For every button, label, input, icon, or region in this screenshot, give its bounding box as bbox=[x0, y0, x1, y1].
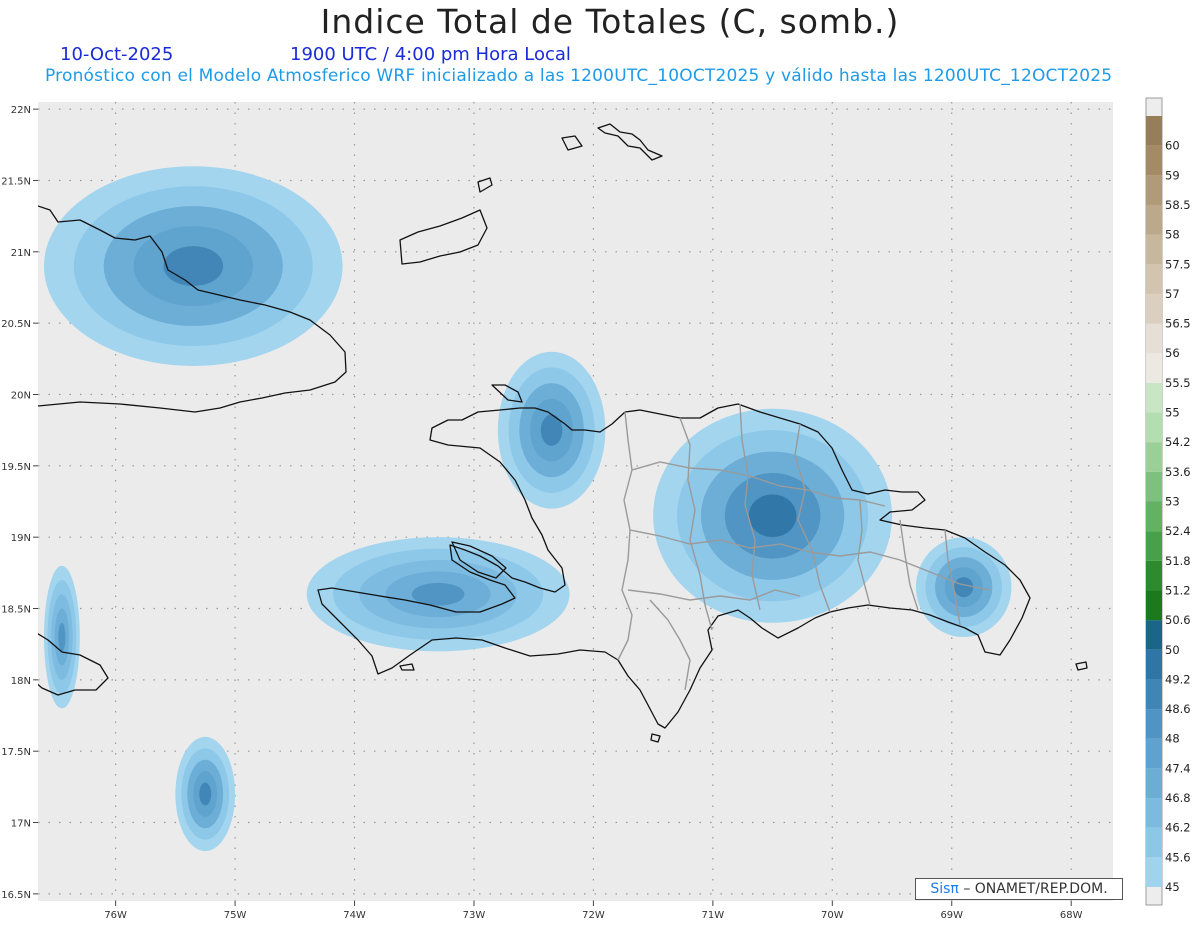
x-tick-label: 74W bbox=[343, 910, 366, 921]
colorbar-swatch bbox=[1146, 857, 1162, 887]
colorbar-label: 59 bbox=[1165, 168, 1180, 182]
colorbar-swatch bbox=[1146, 323, 1162, 354]
colorbar-swatch bbox=[1146, 412, 1162, 443]
tti-contour bbox=[748, 494, 797, 538]
credit-brand: Sisπ bbox=[930, 881, 959, 897]
colorbar-swatch bbox=[1146, 293, 1162, 324]
colorbar-label: 58 bbox=[1165, 228, 1180, 242]
y-tick-label: 21.5N bbox=[1, 176, 31, 187]
y-tick-label: 20N bbox=[11, 390, 31, 401]
colorbar-label: 56.5 bbox=[1165, 317, 1191, 331]
colorbar-swatch bbox=[1146, 382, 1162, 413]
colorbar-label: 54.2 bbox=[1165, 435, 1191, 449]
tti-contour bbox=[58, 622, 66, 652]
y-tick-label: 19.5N bbox=[1, 462, 31, 473]
colorbar-swatch bbox=[1146, 768, 1162, 799]
colorbar-label: 55.5 bbox=[1165, 376, 1191, 390]
x-tick-label: 76W bbox=[104, 910, 127, 921]
credit-box: Sisπ – ONAMET/REP.DOM. bbox=[915, 878, 1123, 900]
colorbar-label: 46.2 bbox=[1165, 821, 1191, 835]
colorbar-swatch bbox=[1146, 798, 1162, 828]
y-tick-label: 18N bbox=[11, 676, 31, 687]
colorbar-swatch bbox=[1146, 679, 1162, 710]
colorbar-label: 56 bbox=[1165, 346, 1180, 360]
colorbar-label: 47.4 bbox=[1165, 761, 1191, 775]
y-tick-label: 22N bbox=[11, 105, 31, 116]
y-tick-label: 16.5N bbox=[1, 890, 31, 901]
colorbar-label: 60 bbox=[1165, 139, 1180, 153]
colorbar-swatch bbox=[1146, 264, 1162, 294]
credit-org: – ONAMET/REP.DOM. bbox=[963, 881, 1108, 897]
colorbar-label: 53 bbox=[1165, 495, 1180, 509]
colorbar-swatch bbox=[1146, 709, 1162, 739]
colorbar-swatch bbox=[1146, 738, 1162, 769]
colorbar-swatch bbox=[1146, 116, 1162, 146]
tti-contour bbox=[163, 246, 224, 287]
colorbar-label: 55 bbox=[1165, 406, 1180, 420]
colorbar-label: 48.6 bbox=[1165, 702, 1191, 716]
colorbar-swatch bbox=[1146, 590, 1162, 621]
colorbar-swatch bbox=[1146, 175, 1162, 205]
colorbar-swatch bbox=[1146, 442, 1162, 472]
colorbar-label: 49.2 bbox=[1165, 672, 1191, 686]
colorbar-label: 57 bbox=[1165, 287, 1180, 301]
colorbar-label: 53.6 bbox=[1165, 465, 1191, 479]
colorbar-label: 48 bbox=[1165, 732, 1180, 746]
x-tick-label: 71W bbox=[702, 910, 725, 921]
x-tick-label: 68W bbox=[1060, 910, 1083, 921]
colorbar-swatch bbox=[1146, 145, 1162, 176]
x-tick-label: 73W bbox=[463, 910, 486, 921]
colorbar-label: 51.2 bbox=[1165, 583, 1191, 597]
colorbar-label: 45 bbox=[1165, 880, 1180, 894]
x-tick-label: 69W bbox=[940, 910, 963, 921]
colorbar-swatch bbox=[1146, 204, 1162, 235]
x-tick-label: 75W bbox=[224, 910, 247, 921]
colorbar-swatch bbox=[1146, 501, 1162, 532]
map-chart: 76W 75W 74W 73W 72W 71W 70W 69W 68W 16.5N 17N 17.5N… bbox=[1, 97, 1191, 921]
tti-contour bbox=[411, 582, 465, 606]
y-tick-label: 21N bbox=[11, 248, 31, 259]
colorbar-label: 57.5 bbox=[1165, 257, 1191, 271]
colorbar-label: 50.6 bbox=[1165, 613, 1191, 627]
colorbar-label: 58.5 bbox=[1165, 198, 1191, 212]
colorbar-swatch bbox=[1146, 560, 1162, 591]
colorbar-label: 50 bbox=[1165, 643, 1180, 657]
x-tick-label: 72W bbox=[582, 910, 605, 921]
y-tick-label: 18.5N bbox=[1, 605, 31, 616]
colorbar-swatch bbox=[1146, 471, 1162, 502]
x-tick-label: 70W bbox=[821, 910, 844, 921]
colorbar-swatch bbox=[1146, 353, 1162, 383]
colorbar-swatch bbox=[1146, 531, 1162, 561]
colorbar: 45 45.6 46.2 46.8 47.4 48 48.6 49.2 50 50.6 51.2 51… bbox=[1145, 97, 1191, 906]
colorbar-label: 45.6 bbox=[1165, 850, 1191, 864]
colorbar-label: 51.8 bbox=[1165, 554, 1191, 568]
y-tick-label: 17N bbox=[11, 819, 31, 830]
y-tick-label: 17.5N bbox=[1, 747, 31, 758]
colorbar-swatch bbox=[1146, 620, 1162, 650]
colorbar-label: 52.4 bbox=[1165, 524, 1191, 538]
colorbar-label: 46.8 bbox=[1165, 791, 1191, 805]
tti-contour bbox=[954, 577, 974, 598]
y-tick-label: 19N bbox=[11, 533, 31, 544]
colorbar-swatch bbox=[1146, 649, 1162, 680]
colorbar-swatch bbox=[1146, 234, 1162, 265]
y-tick-label: 20.5N bbox=[1, 319, 31, 330]
colorbar-swatch bbox=[1146, 827, 1162, 858]
tti-contour bbox=[199, 782, 212, 806]
